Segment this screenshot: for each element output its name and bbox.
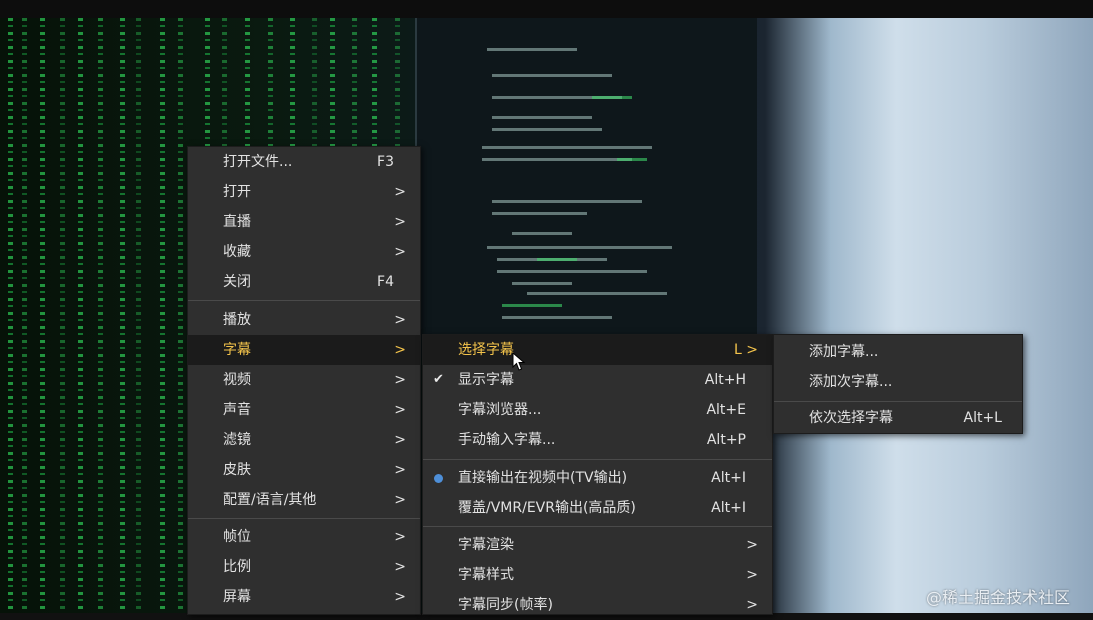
chevron-right-icon: > (394, 372, 406, 388)
menu-item-video[interactable]: 视频 > (188, 365, 420, 395)
menu-item-accel: Alt+E (706, 402, 746, 418)
menu-item-screen[interactable]: 屏幕 > (188, 582, 420, 612)
menu-separator (423, 526, 772, 527)
menu-item-subtitle-sync[interactable]: 字幕同步(帧率) > (423, 590, 772, 620)
menu-item-label: 关闭 (223, 274, 251, 290)
menu-item-label: 字幕渲染 (458, 537, 514, 553)
menu-item-label: 字幕 (223, 342, 251, 358)
menu-item-accel: Alt+I (711, 470, 746, 486)
chevron-right-icon: > (746, 597, 758, 613)
menu-item-label: 屏幕 (223, 589, 251, 605)
menu-item-open[interactable]: 打开 > (188, 177, 420, 207)
menu-item-label: 字幕同步(帧率) (458, 597, 553, 613)
menu-item-live[interactable]: 直播 > (188, 207, 420, 237)
menu-separator (774, 401, 1022, 402)
menu-item-label: 直接输出在视频中(TV输出) (458, 470, 628, 486)
menu-item-label: 选择字幕 (458, 342, 514, 358)
menu-item-subtitle-render[interactable]: 字幕渲染 > (423, 530, 772, 560)
chevron-right-icon: > (394, 402, 406, 418)
menu-item-cycle-subtitle[interactable]: 依次选择字幕 Alt+L (774, 403, 1022, 433)
menu-item-accel: L > (734, 342, 758, 358)
menu-separator (188, 518, 420, 519)
menu-item-add-secondary-subtitle[interactable]: 添加次字幕... (774, 367, 1022, 397)
menu-separator (423, 459, 772, 460)
chevron-right-icon: > (394, 462, 406, 478)
chevron-right-icon: > (394, 244, 406, 260)
menu-item-subtitles[interactable]: 字幕 > (188, 335, 420, 365)
menu-item-ratio[interactable]: 比例 > (188, 552, 420, 582)
menu-item-label: 打开文件... (223, 154, 293, 170)
menu-item-accel: F3 (377, 154, 394, 170)
menu-item-label: 配置/语言/其他 (223, 492, 317, 508)
chevron-right-icon: > (394, 432, 406, 448)
menu-item-label: 帧位 (223, 529, 251, 545)
context-menu-select-subtitle: 添加字幕... 添加次字幕... 依次选择字幕 Alt+L (773, 334, 1023, 434)
menu-item-add-subtitle[interactable]: 添加字幕... (774, 337, 1022, 367)
menu-item-label: 收藏 (223, 244, 251, 260)
menu-item-label: 播放 (223, 312, 251, 328)
chevron-right-icon: > (394, 214, 406, 230)
menu-item-play[interactable]: 播放 > (188, 305, 420, 335)
menu-item-label: 覆盖/VMR/EVR输出(高品质) (458, 500, 636, 516)
menu-item-subtitle-browser[interactable]: 字幕浏览器... Alt+E (423, 395, 772, 425)
chevron-right-icon: > (394, 589, 406, 605)
menu-item-label: 打开 (223, 184, 251, 200)
menu-item-label: 视频 (223, 372, 251, 388)
menu-item-manual-subtitle[interactable]: 手动输入字幕... Alt+P (423, 425, 772, 455)
menu-item-audio[interactable]: 声音 > (188, 395, 420, 425)
menu-item-label: 比例 (223, 559, 251, 575)
mouse-cursor-icon (512, 352, 526, 371)
chevron-right-icon: > (394, 492, 406, 508)
chevron-right-icon: > (394, 559, 406, 575)
menu-item-close[interactable]: 关闭 F4 (188, 267, 420, 297)
menu-item-accel: Alt+L (963, 410, 1003, 426)
menu-item-label: 依次选择字幕 (809, 410, 893, 426)
menu-item-label: 字幕浏览器... (458, 402, 542, 418)
menu-item-label: 滤镜 (223, 432, 251, 448)
menu-item-label: 直播 (223, 214, 251, 230)
menu-item-overlay-output[interactable]: 覆盖/VMR/EVR输出(高品质) Alt+I (423, 493, 772, 523)
menu-item-accel: Alt+H (704, 372, 746, 388)
context-menu-subtitles: 选择字幕 L > ✔ 显示字幕 Alt+H 字幕浏览器... Alt+E 手动输… (422, 334, 773, 615)
menu-item-accel: Alt+I (711, 500, 746, 516)
menu-item-accel: Alt+P (706, 432, 746, 448)
chevron-right-icon: > (394, 184, 406, 200)
menu-item-skin[interactable]: 皮肤 > (188, 455, 420, 485)
context-menu-main: 打开文件... F3 打开 > 直播 > 收藏 > 关闭 F4 播放 > 字幕 … (187, 146, 421, 615)
menu-item-filters[interactable]: 滤镜 > (188, 425, 420, 455)
menu-item-select-subtitle[interactable]: 选择字幕 L > (423, 335, 772, 365)
menu-item-label: 手动输入字幕... (458, 432, 556, 448)
menu-separator (188, 300, 420, 301)
menu-item-accel: F4 (377, 274, 394, 290)
menu-item-label: 皮肤 (223, 462, 251, 478)
watermark: @稀土掘金技术社区 (926, 588, 1071, 607)
menu-item-label: 添加字幕... (809, 344, 879, 360)
code-monitor-background (415, 18, 757, 358)
menu-item-favorites[interactable]: 收藏 > (188, 237, 420, 267)
checkmark-icon: ✔ (433, 372, 444, 387)
top-bar (0, 0, 1093, 18)
menu-item-label: 显示字幕 (458, 372, 514, 388)
menu-item-label: 字幕样式 (458, 567, 514, 583)
menu-item-frame[interactable]: 帧位 > (188, 522, 420, 552)
chevron-right-icon: > (394, 312, 406, 328)
menu-item-label: 添加次字幕... (809, 374, 893, 390)
chevron-right-icon: > (394, 342, 406, 358)
menu-item-tv-output[interactable]: 直接输出在视频中(TV输出) Alt+I (423, 463, 772, 493)
menu-item-config[interactable]: 配置/语言/其他 > (188, 485, 420, 515)
radio-selected-icon (434, 474, 443, 483)
chevron-right-icon: > (394, 529, 406, 545)
chevron-right-icon: > (746, 537, 758, 553)
menu-item-show-subtitle[interactable]: ✔ 显示字幕 Alt+H (423, 365, 772, 395)
menu-item-subtitle-style[interactable]: 字幕样式 > (423, 560, 772, 590)
menu-item-open-file[interactable]: 打开文件... F3 (188, 147, 420, 177)
chevron-right-icon: > (746, 567, 758, 583)
menu-item-label: 声音 (223, 402, 251, 418)
